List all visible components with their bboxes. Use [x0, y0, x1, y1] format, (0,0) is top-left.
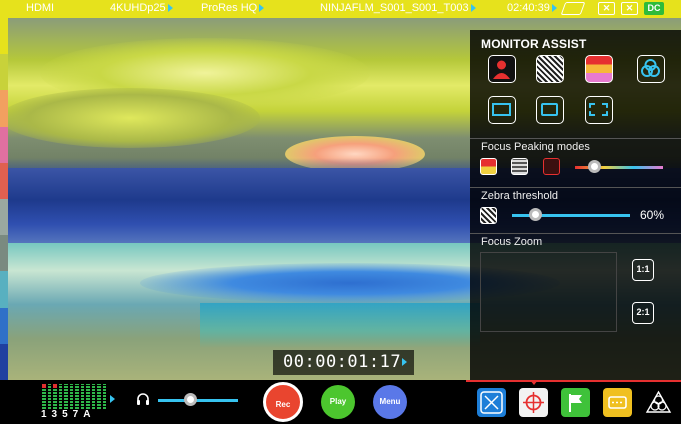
panel-indicator-arrow	[530, 380, 538, 385]
clip-name[interactable]: NINJAFLM_S001_S001_T003	[320, 2, 476, 14]
lake-reflection	[200, 303, 480, 348]
clock-arrow-icon	[551, 4, 557, 12]
tag-flag-icon[interactable]	[561, 388, 590, 417]
meter-channel-labels: 1357A	[41, 409, 96, 420]
timecode-text: 00:00:01:17	[283, 352, 402, 372]
clock: 02:40:39	[507, 2, 557, 14]
false-color-icon[interactable]	[585, 55, 613, 83]
frame-guide-icon[interactable]	[488, 96, 516, 124]
false-color-scale	[0, 18, 8, 380]
play-button[interactable]: Play	[321, 385, 355, 419]
peaking-red-icon[interactable]	[543, 158, 560, 175]
zebra-slider-knob[interactable]	[529, 208, 542, 221]
clock-label: 02:40:39	[507, 2, 550, 14]
crosshair-tool-icon[interactable]	[519, 388, 548, 417]
input-source-label: HDMI	[26, 2, 55, 14]
focus-zoom-label: Focus Zoom	[481, 236, 543, 248]
battery-x-icon[interactable]: ✕	[621, 2, 638, 15]
cloud	[0, 88, 260, 148]
power-badge: DC	[644, 2, 664, 15]
codec-label: ProRes HQ	[201, 2, 258, 14]
zebra-value: 60%	[640, 208, 665, 222]
codec-arrow-icon	[259, 4, 265, 12]
atomos-logo-icon[interactable]	[644, 388, 673, 417]
meters-arrow-icon	[110, 395, 115, 403]
focus-zoom-area[interactable]	[480, 252, 617, 332]
skin-tone-icon[interactable]	[488, 55, 516, 83]
volume-slider-knob[interactable]	[184, 393, 197, 406]
divider	[470, 138, 681, 139]
media-drive-icon[interactable]	[560, 2, 586, 15]
volume-slider[interactable]	[158, 399, 238, 402]
input-source[interactable]: HDMI	[26, 2, 54, 14]
video-format-label: 4KUHDp25	[110, 2, 166, 14]
codec-selector[interactable]: ProRes HQ	[201, 2, 265, 14]
menu-button[interactable]: Menu	[373, 385, 407, 419]
divider	[470, 187, 681, 188]
record-button[interactable]: Rec	[263, 382, 303, 422]
clip-arrow-icon	[470, 4, 476, 12]
monitor-assist-icon[interactable]	[603, 388, 632, 417]
zoom-2-1-button[interactable]: 2:1	[632, 302, 654, 324]
timecode-display[interactable]: 00:00:01:17	[273, 350, 414, 375]
format-arrow-icon	[167, 4, 173, 12]
bottom-control-bar: 1357A Rec Play Menu	[0, 380, 681, 424]
peaking-mono-icon[interactable]	[511, 158, 528, 175]
monitor-assist-panel: MONITOR ASSIST Focus Peaking modes Zebra…	[470, 30, 681, 380]
scope-tool-icon[interactable]	[477, 388, 506, 417]
zebra-icon[interactable]	[536, 55, 564, 83]
peaking-slider-knob[interactable]	[588, 160, 601, 173]
top-status-bar: HDMI 4KUHDp25 ProRes HQ NINJAFLM_S001_S0…	[0, 0, 681, 18]
peaking-color-icon[interactable]	[480, 158, 497, 175]
zebra-small-icon	[480, 207, 497, 224]
panel-title: MONITOR ASSIST	[481, 37, 587, 51]
panel-indicator-line	[466, 380, 681, 382]
clip-name-label: NINJAFLM_S001_S001_T003	[320, 2, 469, 14]
audio-meters[interactable]	[42, 384, 106, 409]
safe-area-icon[interactable]	[536, 96, 564, 124]
headphones-icon[interactable]	[136, 392, 150, 406]
timecode-arrow-icon	[402, 358, 407, 366]
rgb-parade-icon[interactable]	[637, 55, 665, 83]
divider	[470, 233, 681, 234]
anamorphic-icon[interactable]	[585, 96, 613, 124]
video-format[interactable]: 4KUHDp25	[110, 2, 173, 14]
focus-peaking-label: Focus Peaking modes	[481, 141, 590, 153]
zebra-threshold-label: Zebra threshold	[481, 190, 559, 202]
drive-x-icon[interactable]: ✕	[598, 2, 615, 15]
zoom-1-1-button[interactable]: 1:1	[632, 259, 654, 281]
